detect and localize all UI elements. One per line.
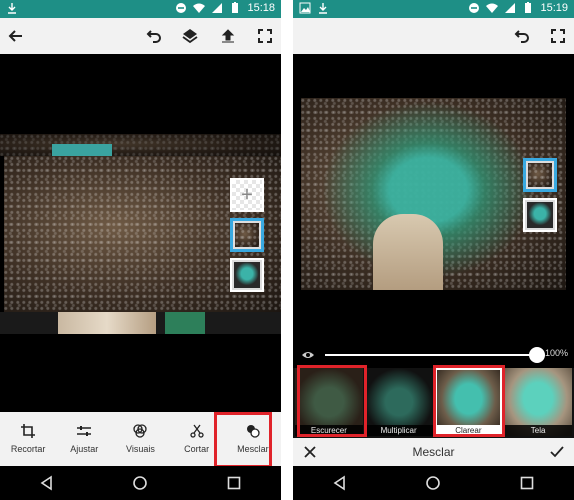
eye-icon[interactable] [301, 348, 315, 362]
tools-bar: Recortar Ajustar Visuais Cortar Mesclar [0, 412, 281, 466]
do-not-disturb-icon [175, 2, 187, 14]
top-toolbar [293, 18, 574, 54]
check-icon[interactable] [548, 443, 566, 461]
tool-visuais[interactable]: Visuais [116, 414, 164, 464]
upload-icon[interactable] [216, 24, 240, 48]
status-bar: 15:19 [293, 0, 574, 18]
blend-mode-clarear[interactable]: Clarear [434, 368, 503, 436]
blend-mode-multiplicar[interactable]: Multiplicar [364, 368, 433, 436]
photo-canvas[interactable] [293, 54, 574, 342]
layer-thumb-lizard[interactable] [523, 198, 557, 232]
layer-thumb-galaxy[interactable] [230, 218, 264, 252]
status-bar: 15:18 [0, 0, 281, 18]
tool-mesclar[interactable]: Mesclar [229, 414, 277, 464]
mesclar-bar: Mesclar [293, 438, 574, 466]
log-fragment [58, 312, 156, 334]
opacity-slider-row: 100% [293, 342, 574, 368]
layer-thumb-image [527, 202, 553, 228]
download-icon [6, 2, 18, 14]
arrow-left-icon[interactable] [4, 24, 28, 48]
opacity-slider-fill [325, 354, 537, 356]
android-nav-bar [0, 466, 281, 500]
layer-thumb-galaxy[interactable] [523, 158, 557, 192]
fullscreen-icon[interactable] [253, 24, 277, 48]
undo-icon[interactable] [141, 24, 165, 48]
plus-icon: + [241, 184, 253, 206]
status-time: 15:19 [540, 2, 568, 14]
left-screen: 15:18 + Recortar Ajustar Visuais Cortar … [0, 0, 281, 500]
right-screen: 15:19 100% Escurecer Multiplicar Clarear… [293, 0, 574, 500]
blend-mode-strip: Escurecer Multiplicar Clarear Tela [293, 368, 574, 438]
blend-mode-label: Clarear [434, 425, 503, 436]
status-time: 15:18 [247, 2, 275, 14]
android-nav-bar [293, 466, 574, 500]
scissors-icon [190, 424, 204, 438]
signal-icon [504, 2, 516, 14]
layers-icon[interactable] [178, 24, 202, 48]
crop-icon [21, 424, 36, 438]
wifi-icon [486, 2, 499, 14]
tool-label: Cortar [184, 444, 210, 454]
blend-icon [246, 425, 260, 438]
blend-mode-label: Tela [504, 425, 572, 436]
image-icon [299, 2, 311, 14]
blend-mode-escurecer[interactable]: Escurecer [295, 368, 363, 436]
home-circle-icon[interactable] [128, 471, 152, 495]
fullscreen-icon[interactable] [546, 24, 570, 48]
top-toolbar [0, 18, 281, 54]
layer-thumb-image [235, 223, 259, 247]
signal-icon [211, 2, 223, 14]
sliders-icon [77, 426, 92, 436]
lizard-fragment [52, 144, 112, 156]
home-circle-icon[interactable] [421, 471, 445, 495]
photo-layer-edge [0, 134, 281, 156]
leaf-fragment [165, 312, 205, 334]
blend-mode-tela[interactable]: Tela [504, 368, 572, 436]
layer-thumbnails [523, 158, 557, 232]
layer-thumb-image [234, 262, 260, 288]
wifi-icon [193, 2, 206, 14]
layer-thumbnails: + [230, 178, 264, 292]
tool-cortar[interactable]: Cortar [173, 414, 221, 464]
undo-icon[interactable] [509, 24, 533, 48]
log-image [373, 214, 443, 290]
do-not-disturb-icon [468, 2, 480, 14]
back-triangle-icon[interactable] [328, 471, 352, 495]
tool-ajustar[interactable]: Ajustar [60, 414, 108, 464]
photo-canvas[interactable]: + [0, 54, 281, 412]
tool-label: Ajustar [70, 444, 99, 454]
battery-icon [522, 2, 534, 14]
back-triangle-icon[interactable] [35, 471, 59, 495]
recents-square-icon[interactable] [222, 471, 246, 495]
recents-square-icon[interactable] [515, 471, 539, 495]
opacity-slider[interactable] [325, 347, 545, 363]
tool-label: Recortar [10, 444, 46, 454]
battery-icon [229, 2, 241, 14]
download-icon [317, 2, 329, 14]
tool-recortar[interactable]: Recortar [4, 414, 52, 464]
blend-mode-label: Multiplicar [364, 425, 433, 436]
blend-mode-label: Escurecer [295, 425, 363, 436]
tool-label: Visuais [126, 444, 155, 454]
panel-title: Mesclar [412, 445, 455, 459]
layer-thumb-lizard[interactable] [230, 258, 264, 292]
opacity-slider-knob[interactable] [529, 347, 545, 363]
add-layer-button[interactable]: + [230, 178, 264, 212]
looks-icon [133, 424, 148, 438]
opacity-value: 100% [544, 348, 568, 358]
tool-label: Mesclar [237, 444, 269, 454]
layer-thumb-image [528, 163, 552, 187]
